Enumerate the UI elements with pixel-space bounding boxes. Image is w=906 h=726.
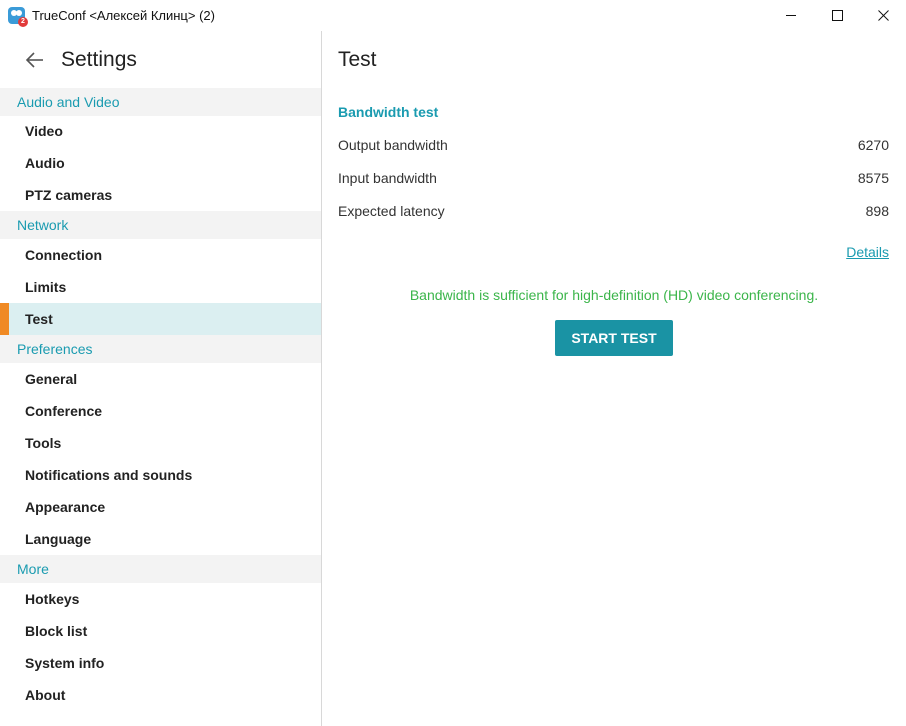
sidebar-item-label: Tools	[25, 435, 62, 451]
section-label: More	[17, 561, 49, 577]
sidebar-item-label: Appearance	[25, 499, 106, 515]
sidebar-item-test[interactable]: Test	[0, 303, 321, 335]
sidebar-item-video[interactable]: Video	[0, 115, 321, 147]
output-bandwidth-label: Output bandwidth	[338, 137, 448, 153]
sidebar-item-label: Block list	[25, 623, 88, 639]
sidebar-title: Settings	[61, 48, 137, 71]
sidebar-item-conference[interactable]: Conference	[0, 395, 321, 427]
sidebar-item-label: System info	[25, 655, 105, 671]
bandwidth-status-message: Bandwidth is sufficient for high-definit…	[409, 287, 819, 303]
sidebar-item-label: Audio	[25, 155, 65, 171]
notification-badge: 2	[18, 17, 28, 27]
sidebar-item-connection[interactable]: Connection	[0, 239, 321, 271]
section-label: Network	[17, 217, 69, 233]
sidebar-item-limits[interactable]: Limits	[0, 271, 321, 303]
sidebar-item-label: Notifications and sounds	[25, 467, 193, 483]
sidebar-item-label: Connection	[25, 247, 102, 263]
close-icon	[877, 10, 889, 21]
section-more: More	[0, 555, 321, 583]
sidebar-item-label: Conference	[25, 403, 103, 419]
section-audio-and-video: Audio and Video	[0, 88, 321, 116]
section-label: Preferences	[17, 341, 93, 357]
sidebar-item-tools[interactable]: Tools	[0, 427, 321, 459]
sidebar-item-ptz-cameras[interactable]: PTZ cameras	[0, 179, 321, 211]
sidebar-item-hotkeys[interactable]: Hotkeys	[0, 583, 321, 615]
sidebar-item-label: Video	[25, 123, 63, 139]
back-button[interactable]	[24, 49, 46, 71]
section-label: Audio and Video	[17, 94, 120, 110]
page-title: Test	[338, 48, 377, 71]
sidebar-item-label: General	[25, 371, 78, 387]
trueconf-app-icon: 2	[8, 7, 28, 27]
sidebar-item-general[interactable]: General	[0, 363, 321, 395]
close-button[interactable]	[860, 0, 906, 31]
input-bandwidth-label: Input bandwidth	[338, 170, 437, 186]
bandwidth-test-heading: Bandwidth test	[338, 104, 439, 120]
sidebar-item-audio[interactable]: Audio	[0, 147, 321, 179]
title-bar: 2 TrueConf <Алексей Клинц> (2)	[0, 0, 906, 31]
maximize-icon	[831, 10, 843, 21]
section-network: Network	[0, 211, 321, 239]
arrow-left-icon	[25, 52, 43, 68]
input-bandwidth-value: 8575	[857, 170, 889, 186]
expected-latency-label: Expected latency	[338, 203, 445, 219]
sidebar-item-label: Limits	[25, 279, 67, 295]
sidebar-item-language[interactable]: Language	[0, 523, 321, 555]
sidebar-item-label: About	[25, 687, 66, 703]
window-title: TrueConf <Алексей Клинц> (2)	[32, 8, 215, 23]
output-bandwidth-value: 6270	[857, 137, 889, 153]
sidebar-item-label: Test	[25, 311, 53, 327]
sidebar-item-label: Language	[25, 531, 92, 547]
minimize-icon	[785, 15, 796, 16]
sidebar-item-system-info[interactable]: System info	[0, 647, 321, 679]
sidebar-item-notifications-and-sounds[interactable]: Notifications and sounds	[0, 459, 321, 491]
expected-latency-value: 898	[865, 203, 889, 219]
sidebar-header: Settings	[0, 31, 321, 88]
settings-sidebar: Settings Audio and Video Video Audio PTZ…	[0, 31, 321, 726]
sidebar-item-appearance[interactable]: Appearance	[0, 491, 321, 523]
section-preferences: Preferences	[0, 335, 321, 363]
maximize-button[interactable]	[814, 0, 860, 31]
sidebar-item-about[interactable]: About	[0, 679, 321, 711]
sidebar-item-label: PTZ cameras	[25, 187, 113, 203]
details-link[interactable]: Details	[846, 244, 889, 260]
sidebar-item-block-list[interactable]: Block list	[0, 615, 321, 647]
test-panel: Test Bandwidth test Output bandwidth 627…	[322, 31, 906, 726]
sidebar-item-label: Hotkeys	[25, 591, 80, 607]
start-test-button[interactable]: START TEST	[555, 320, 673, 356]
minimize-button[interactable]	[768, 0, 814, 31]
